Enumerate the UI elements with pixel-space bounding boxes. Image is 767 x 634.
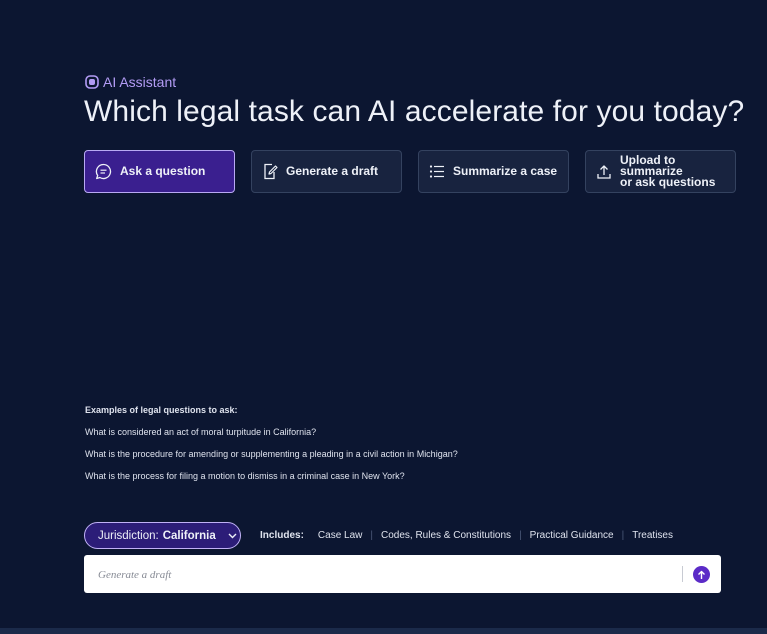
source-treatises: Treatises xyxy=(632,530,673,541)
includes-label: Includes: xyxy=(260,530,304,541)
list-icon xyxy=(429,164,445,179)
ask-question-label: Ask a question xyxy=(120,164,206,178)
chat-bubble-icon xyxy=(95,163,112,180)
ai-assistant-label: AI Assistant xyxy=(85,74,176,90)
generate-draft-label: Generate a draft xyxy=(286,164,379,178)
upload-document-label: Upload to summarize or ask questions xyxy=(620,154,735,189)
bottom-divider xyxy=(0,628,767,634)
edit-document-icon xyxy=(262,163,278,180)
ai-assistant-text: AI Assistant xyxy=(103,74,177,90)
separator: | xyxy=(370,530,373,541)
task-options: Ask a question Generate a draft Summariz… xyxy=(84,150,736,193)
included-sources: Includes: Case Law | Codes, Rules & Cons… xyxy=(260,530,673,541)
upload-document-button[interactable]: Upload to summarize or ask questions xyxy=(585,150,736,193)
page-title: Which legal task can AI accelerate for y… xyxy=(84,95,745,128)
prompt-box xyxy=(84,555,721,593)
example-question[interactable]: What is considered an act of moral turpi… xyxy=(85,427,458,437)
chevron-down-icon xyxy=(228,533,237,539)
separator: | xyxy=(621,530,625,541)
generate-draft-button[interactable]: Generate a draft xyxy=(251,150,402,193)
ask-question-button[interactable]: Ask a question xyxy=(84,150,235,193)
upload-label-line2: or ask questions xyxy=(620,175,716,189)
examples-title: Examples of legal questions to ask: xyxy=(85,405,238,415)
source-codes-rules: Codes, Rules & Constitutions xyxy=(380,530,512,541)
summarize-case-label: Summarize a case xyxy=(453,164,558,178)
prompt-divider xyxy=(682,566,683,582)
separator: | xyxy=(519,530,522,541)
example-question[interactable]: What is the process for filing a motion … xyxy=(85,471,458,481)
example-question[interactable]: What is the procedure for amending or su… xyxy=(85,449,458,459)
page: AI Assistant Which legal task can AI acc… xyxy=(0,0,767,634)
arrow-up-icon xyxy=(697,570,706,580)
source-practical-guidance: Practical Guidance xyxy=(529,530,614,541)
send-button[interactable] xyxy=(693,566,710,583)
example-questions: Examples of legal questions to ask: What… xyxy=(85,405,458,493)
jurisdiction-dropdown[interactable]: Jurisdiction: California xyxy=(84,522,241,549)
upload-icon xyxy=(596,164,612,180)
prompt-input[interactable] xyxy=(96,564,660,586)
chat-bubble-icon xyxy=(85,75,99,89)
summarize-case-button[interactable]: Summarize a case xyxy=(418,150,569,193)
jurisdiction-value: California xyxy=(162,529,216,542)
source-case-law: Case Law xyxy=(317,530,363,541)
jurisdiction-prefix: Jurisdiction: xyxy=(98,529,159,542)
